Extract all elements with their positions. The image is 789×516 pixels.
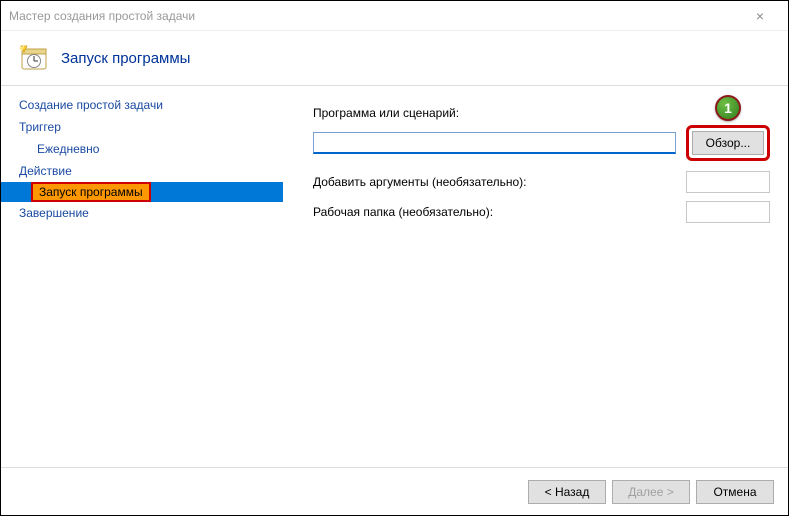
sidebar-item-start-program[interactable]: Запуск программы	[1, 182, 283, 202]
titlebar: Мастер создания простой задачи ×	[1, 1, 788, 31]
sidebar-item-label-highlighted: Запуск программы	[31, 182, 151, 202]
sidebar-item-daily[interactable]: Ежедневно	[1, 138, 283, 160]
wizard-main: Программа или сценарий: 1 Обзор... Добав…	[283, 86, 788, 466]
sidebar-item-create[interactable]: Создание простой задачи	[1, 94, 283, 116]
annotation-highlight: Обзор...	[686, 125, 770, 161]
wizard-header: Запуск программы	[1, 31, 788, 86]
program-label: Программа или сценарий:	[313, 106, 770, 120]
program-input[interactable]	[313, 132, 676, 154]
back-button[interactable]: < Назад	[528, 480, 606, 504]
next-button: Далее >	[612, 480, 690, 504]
sidebar-item-trigger[interactable]: Триггер	[1, 116, 283, 138]
arguments-label: Добавить аргументы (необязательно):	[313, 175, 526, 189]
window-title: Мастер создания простой задачи	[9, 9, 740, 23]
cancel-button[interactable]: Отмена	[696, 480, 774, 504]
wizard-footer: < Назад Далее > Отмена	[1, 467, 788, 515]
startin-label: Рабочая папка (необязательно):	[313, 205, 493, 219]
arguments-input[interactable]	[686, 171, 770, 193]
wizard-sidebar: Создание простой задачи Триггер Ежедневн…	[1, 86, 283, 466]
startin-input[interactable]	[686, 201, 770, 223]
wizard-window: Мастер создания простой задачи × Запуск …	[0, 0, 789, 516]
sidebar-item-finish[interactable]: Завершение	[1, 202, 283, 224]
task-icon	[19, 42, 51, 74]
browse-button[interactable]: Обзор...	[692, 131, 764, 155]
close-icon[interactable]: ×	[740, 8, 780, 24]
annotation-callout-1: 1	[715, 95, 741, 121]
wizard-body: Создание простой задачи Триггер Ежедневн…	[1, 86, 788, 466]
sidebar-item-action[interactable]: Действие	[1, 160, 283, 182]
page-title: Запуск программы	[61, 50, 190, 67]
